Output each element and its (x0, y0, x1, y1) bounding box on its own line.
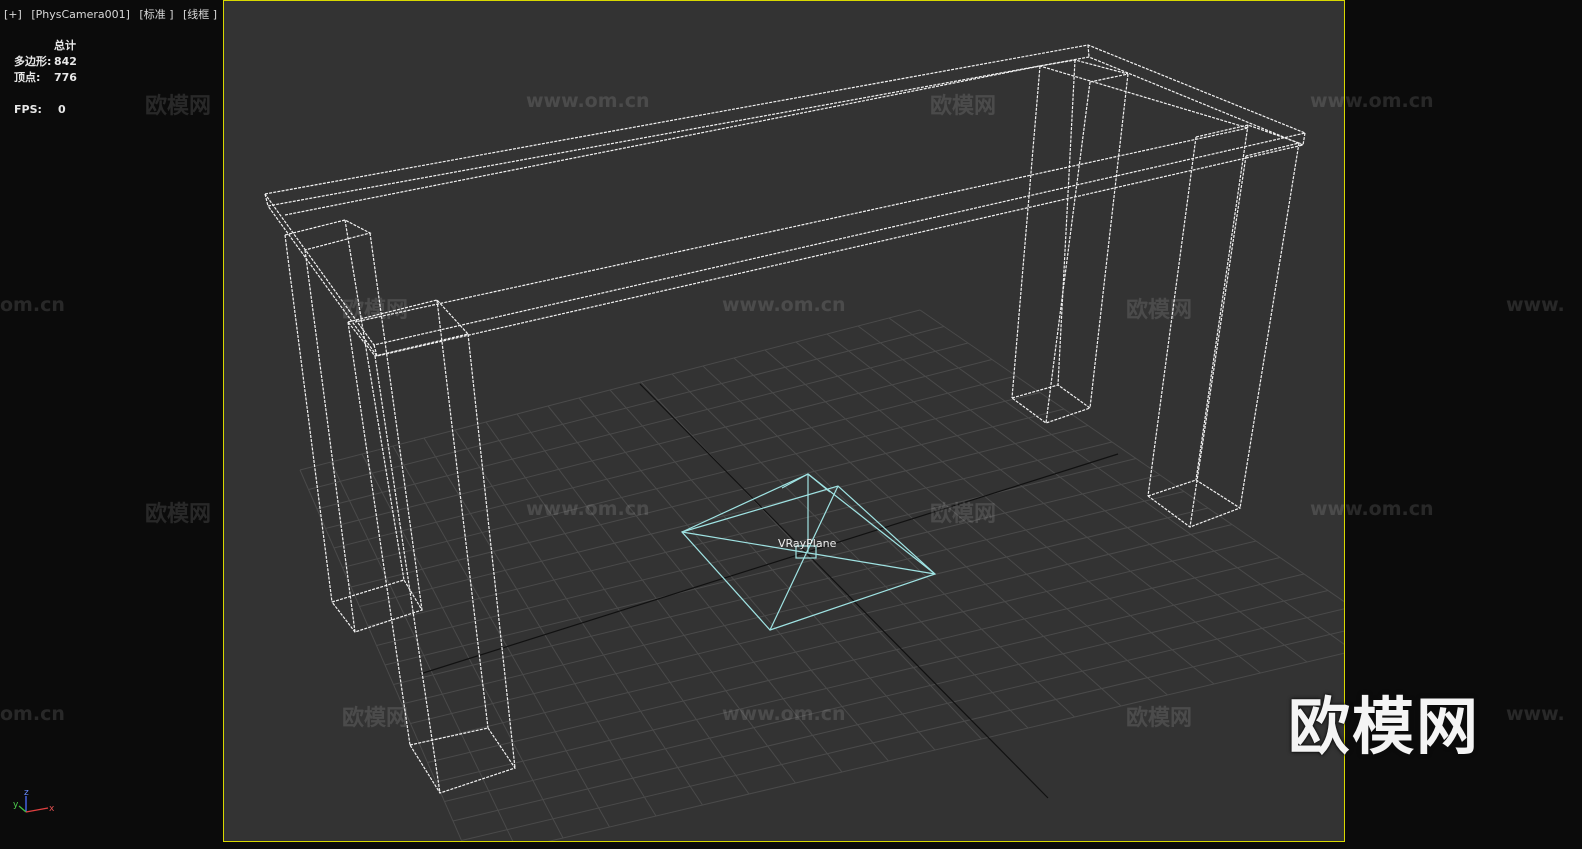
grid-axes (419, 383, 1119, 799)
stats-vertices-value: 776 (54, 71, 77, 84)
watermark: www.om.cn (722, 294, 846, 316)
viewport-statistics: 总计 多边形: 842 顶点: 776 FPS: 0 (14, 38, 77, 118)
watermark: om.cn (0, 703, 65, 725)
stats-fps-label: FPS: (14, 103, 42, 116)
watermark: 欧模网 (1126, 706, 1193, 731)
watermark: 欧模网 (930, 502, 997, 527)
viewport-label-menu: [+] [PhysCamera001] [标准 ] [线框 ] (4, 6, 223, 22)
watermark: 欧模网 (145, 94, 212, 119)
watermark: 欧模网 (145, 502, 212, 527)
table-wireframe[interactable] (264, 44, 1307, 794)
axis-y-label: y (13, 800, 19, 810)
axis-tripod-icon: z y x (13, 788, 55, 814)
watermark: www.om.cn (722, 703, 846, 725)
watermark: www. (1506, 294, 1565, 316)
stats-fps-value: 0 (58, 103, 66, 116)
vray-plane-label: VRayPlane (778, 537, 837, 550)
watermark: 欧模网 (342, 706, 409, 731)
stats-polygons-row: 多边形: 842 (14, 54, 77, 70)
stats-polygons-label: 多边形: (14, 55, 52, 68)
grid-line (299, 469, 463, 841)
vray-plane-gizmo[interactable] (680, 473, 937, 631)
stats-vertices-row: 顶点: 776 (14, 70, 77, 86)
watermark: www.om.cn (526, 498, 650, 520)
axis-x-label: x (49, 804, 55, 814)
grid-line (452, 608, 1344, 822)
stats-header: 总计 (54, 39, 76, 52)
grid-line (548, 652, 1344, 841)
watermark: www.om.cn (1310, 90, 1434, 112)
grid-line (444, 590, 1329, 802)
stats-polygons-value: 842 (54, 55, 77, 68)
watermark: om.cn (0, 294, 65, 316)
viewport-point-of-view-menu[interactable]: [PhysCamera001] (31, 8, 130, 21)
watermark: 欧模网 (930, 94, 997, 119)
brand-watermark: 欧模网 (1288, 690, 1481, 763)
stats-fps-row: FPS: 0 (14, 102, 77, 118)
axis-z-label: z (24, 788, 29, 798)
viewport-general-menu[interactable]: [+] (4, 8, 22, 21)
watermark: www.om.cn (1310, 498, 1434, 520)
viewport[interactable]: VRayPlane 欧模网 www.om.cn 欧模网 www.om.cn om… (0, 0, 1582, 849)
watermark: www. (1506, 703, 1565, 725)
watermark: 欧模网 (342, 298, 409, 323)
viewport-display-mode-menu[interactable]: [线框 ] (183, 8, 217, 21)
watermark: www.om.cn (526, 90, 650, 112)
stats-vertices-label: 顶点: (14, 71, 41, 84)
grid-line (857, 325, 1308, 663)
watermark: 欧模网 (1126, 298, 1193, 323)
floor-grid (299, 309, 1344, 841)
grid-line (888, 317, 1344, 645)
viewport-shading-menu[interactable]: [标准 ] (139, 8, 173, 21)
